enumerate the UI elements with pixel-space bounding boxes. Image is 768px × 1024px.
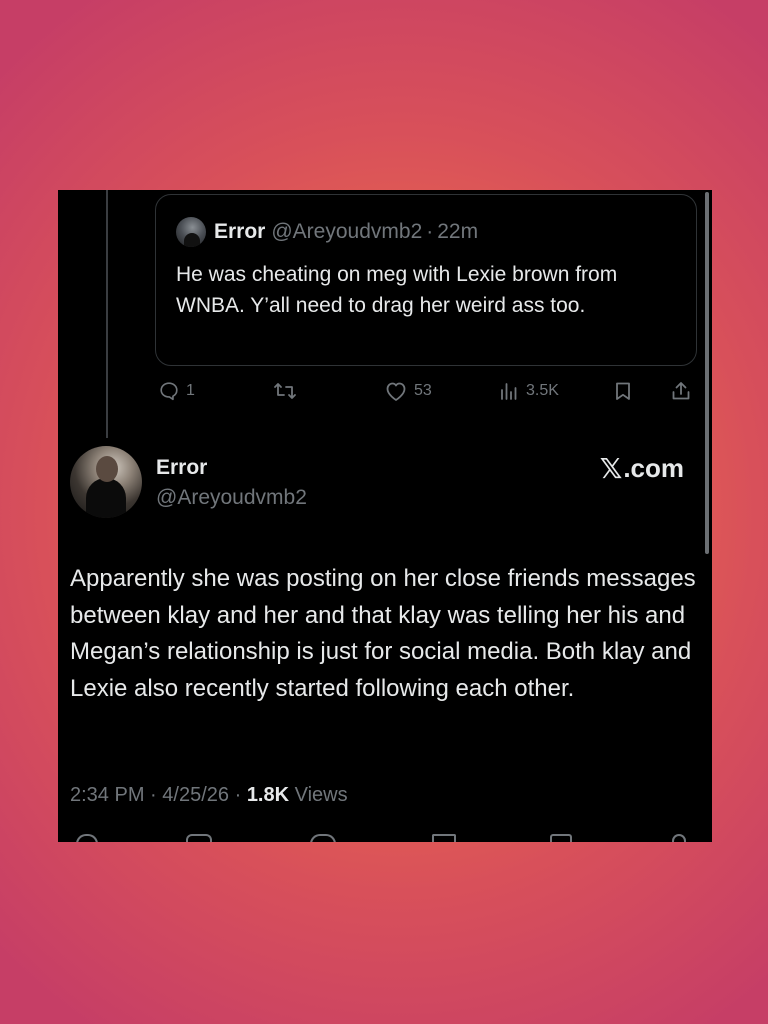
share-icon[interactable] [672, 834, 686, 842]
tweet-time[interactable]: 2:34 PM [70, 784, 144, 806]
tweet-date[interactable]: 4/25/26 [162, 784, 229, 806]
share-button[interactable] [670, 380, 692, 402]
repost-icon[interactable] [186, 834, 212, 842]
quoted-separator: · [426, 220, 434, 243]
bookmark-icon[interactable] [550, 834, 572, 842]
views-button[interactable]: 3.5K [498, 380, 559, 402]
quoted-tweet-header: Error @Areyoudvmb2 · 22m [176, 217, 478, 247]
reply-button[interactable]: 1 [158, 380, 195, 402]
quoted-tweet[interactable]: Error @Areyoudvmb2 · 22m He was cheating… [155, 194, 697, 366]
author-handle[interactable]: @Areyoudvmb2 [156, 486, 307, 510]
like-icon [384, 380, 408, 402]
like-count: 53 [414, 382, 432, 399]
views-icon [498, 380, 520, 402]
bookmark-button[interactable] [612, 380, 634, 402]
author-name[interactable]: Error [156, 456, 207, 480]
brand-domain: .com [623, 453, 684, 483]
reply-icon[interactable] [76, 834, 98, 842]
tweet-card: Error @Areyoudvmb2 · 22m He was cheating… [58, 190, 712, 842]
author-avatar[interactable] [70, 446, 142, 518]
bottom-action-bar-partial [58, 834, 712, 842]
quoted-timestamp[interactable]: 22m [437, 220, 478, 244]
tweet-meta: 2:34 PM · 4/25/26 · 1.8K Views [70, 784, 348, 807]
meta-separator: · [234, 784, 242, 806]
quoted-author-avatar[interactable] [176, 217, 206, 247]
like-icon[interactable] [310, 834, 336, 842]
tweet-views-count: 1.8K [246, 784, 290, 806]
tweet-text: Apparently she was posting on her close … [70, 565, 696, 702]
quoted-author-name[interactable]: Error [214, 220, 265, 244]
repost-icon [273, 380, 297, 402]
views-count: 3.5K [526, 382, 559, 399]
meta-separator: · [150, 784, 157, 806]
share-icon [670, 380, 692, 402]
reply-icon [158, 380, 180, 402]
x-logo: 𝕏 .com [600, 452, 684, 485]
action-bar: 1 53 3.5K [58, 380, 712, 410]
repost-button[interactable] [273, 380, 297, 402]
views-icon[interactable] [432, 834, 456, 842]
like-button[interactable]: 53 [384, 380, 432, 402]
bookmark-icon [612, 380, 634, 402]
tweet-views-label: Views [294, 784, 348, 806]
quoted-tweet-text: He was cheating on meg with Lexie brown … [176, 263, 618, 317]
x-icon: 𝕏 [599, 452, 623, 485]
quoted-author-handle[interactable]: @Areyoudvmb2 [271, 220, 422, 244]
scrollbar[interactable] [705, 192, 709, 554]
reply-count: 1 [186, 382, 195, 399]
